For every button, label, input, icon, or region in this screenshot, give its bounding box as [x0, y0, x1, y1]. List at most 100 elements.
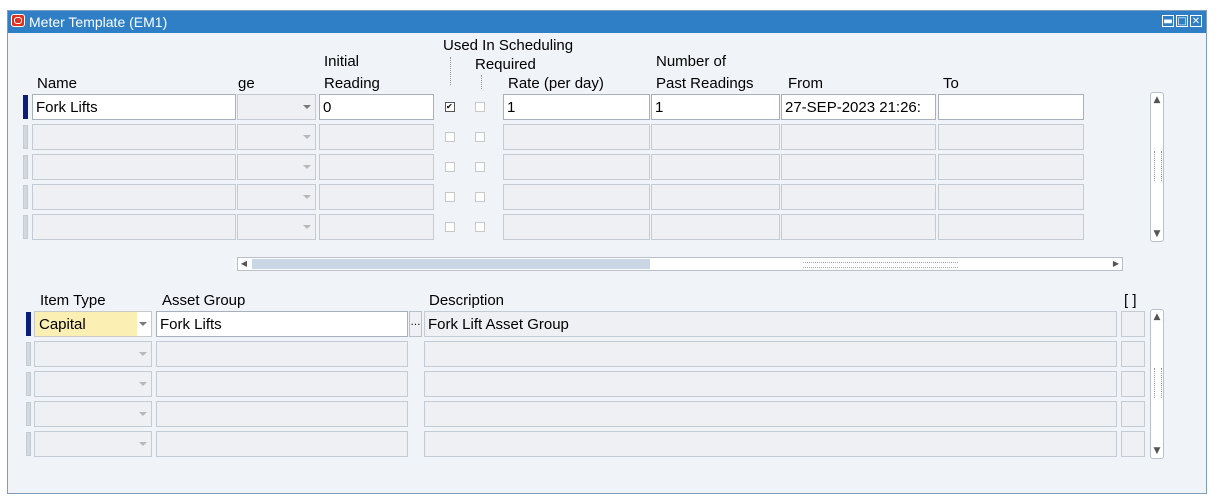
asset-group-field[interactable] [156, 371, 408, 397]
chevron-down-icon[interactable] [303, 165, 311, 169]
usage-combobox[interactable] [237, 154, 316, 180]
scroll-up-icon[interactable]: ▲ [1151, 310, 1163, 324]
row-indicator[interactable] [23, 95, 28, 119]
flexfield-cell[interactable] [1121, 371, 1145, 397]
row-indicator[interactable] [23, 125, 28, 149]
initial-reading-field[interactable] [319, 214, 434, 240]
to-date-field[interactable] [938, 94, 1084, 120]
flexfield-cell[interactable] [1121, 341, 1145, 367]
description-field[interactable] [424, 371, 1117, 397]
asset-group-field[interactable] [156, 341, 408, 367]
row-indicator[interactable] [23, 185, 28, 209]
rate-field[interactable] [503, 124, 650, 150]
from-date-field[interactable] [781, 154, 936, 180]
from-date-field[interactable]: 27-SEP-2023 21:26: [781, 94, 936, 120]
initial-reading-field[interactable] [319, 154, 434, 180]
from-date-field[interactable] [781, 214, 936, 240]
initial-reading-field[interactable]: 0 [319, 94, 434, 120]
used-in-scheduling-checkbox[interactable] [445, 192, 455, 202]
past-readings-field[interactable] [651, 154, 780, 180]
name-field[interactable] [32, 154, 236, 180]
item-type-combobox[interactable] [34, 341, 152, 367]
scroll-right-icon[interactable]: ▶ [1110, 258, 1122, 270]
scroll-grip[interactable] [1154, 151, 1162, 181]
used-in-scheduling-checkbox[interactable] [445, 102, 455, 112]
past-readings-field[interactable] [651, 184, 780, 210]
to-date-field[interactable] [938, 124, 1084, 150]
row-indicator[interactable] [26, 402, 31, 426]
maximize-icon[interactable]: □ [1176, 15, 1188, 27]
row-indicator[interactable] [23, 155, 28, 179]
name-field[interactable] [32, 214, 236, 240]
rate-field[interactable] [503, 214, 650, 240]
minimize-icon[interactable]: ▬ [1162, 15, 1174, 27]
rate-field[interactable] [503, 154, 650, 180]
chevron-down-icon[interactable] [139, 442, 147, 446]
chevron-down-icon[interactable] [303, 225, 311, 229]
used-in-scheduling-checkbox[interactable] [445, 132, 455, 142]
row-indicator[interactable] [26, 312, 31, 336]
list-of-values-icon[interactable]: … [409, 311, 422, 337]
used-in-scheduling-checkbox[interactable] [445, 162, 455, 172]
meter-vertical-scrollbar[interactable]: ▲ ▼ [1150, 92, 1164, 242]
to-date-field[interactable] [938, 184, 1084, 210]
description-field[interactable] [424, 431, 1117, 457]
close-icon[interactable]: ✕ [1190, 15, 1202, 27]
initial-reading-field[interactable] [319, 124, 434, 150]
from-date-field[interactable] [781, 124, 936, 150]
flexfield-cell[interactable] [1121, 311, 1145, 337]
name-field[interactable] [32, 184, 236, 210]
chevron-down-icon[interactable] [139, 382, 147, 386]
scroll-left-icon[interactable]: ◀ [238, 258, 250, 270]
description-field[interactable] [424, 341, 1117, 367]
past-readings-field[interactable]: 1 [651, 94, 780, 120]
row-indicator[interactable] [26, 432, 31, 456]
usage-combobox[interactable] [237, 214, 316, 240]
to-date-field[interactable] [938, 214, 1084, 240]
row-indicator[interactable] [26, 372, 31, 396]
usage-combobox[interactable] [237, 124, 316, 150]
required-checkbox[interactable] [475, 102, 485, 112]
chevron-down-icon[interactable] [303, 195, 311, 199]
from-date-field[interactable] [781, 184, 936, 210]
item-type-combobox[interactable] [34, 371, 152, 397]
chevron-down-icon[interactable] [303, 105, 311, 109]
scroll-down-icon[interactable]: ▼ [1151, 227, 1163, 241]
item-type-combobox[interactable]: Capital [34, 311, 152, 337]
used-in-scheduling-checkbox[interactable] [445, 222, 455, 232]
required-checkbox[interactable] [475, 192, 485, 202]
asset-group-field[interactable]: Fork Lifts [156, 311, 408, 337]
usage-combobox[interactable] [237, 184, 316, 210]
to-date-field[interactable] [938, 154, 1084, 180]
asset-vertical-scrollbar[interactable]: ▲ ▼ [1150, 309, 1164, 459]
chevron-down-icon[interactable] [139, 412, 147, 416]
initial-reading-field[interactable] [319, 184, 434, 210]
flexfield-cell[interactable] [1121, 401, 1145, 427]
name-field[interactable] [32, 124, 236, 150]
usage-combobox[interactable] [237, 94, 316, 120]
required-checkbox[interactable] [475, 162, 485, 172]
chevron-down-icon[interactable] [139, 352, 147, 356]
meter-horizontal-scrollbar[interactable]: ◀ ▶ [237, 257, 1123, 271]
scroll-up-icon[interactable]: ▲ [1151, 93, 1163, 107]
name-field[interactable]: Fork Lifts [32, 94, 236, 120]
horizontal-scroll-thumb[interactable] [252, 259, 650, 269]
asset-group-field[interactable] [156, 401, 408, 427]
item-type-combobox[interactable] [34, 431, 152, 457]
description-field[interactable]: Fork Lift Asset Group [424, 311, 1117, 337]
item-type-combobox[interactable] [34, 401, 152, 427]
row-indicator[interactable] [23, 215, 28, 239]
rate-field[interactable]: 1 [503, 94, 650, 120]
required-checkbox[interactable] [475, 132, 485, 142]
required-checkbox[interactable] [475, 222, 485, 232]
chevron-down-icon[interactable] [303, 135, 311, 139]
flexfield-cell[interactable] [1121, 431, 1145, 457]
title-bar[interactable]: Meter Template (EM1) ▬ □ ✕ [8, 11, 1206, 33]
scroll-grip[interactable] [1154, 368, 1162, 398]
past-readings-field[interactable] [651, 124, 780, 150]
scroll-down-icon[interactable]: ▼ [1151, 444, 1163, 458]
past-readings-field[interactable] [651, 214, 780, 240]
chevron-down-icon[interactable] [139, 322, 147, 326]
rate-field[interactable] [503, 184, 650, 210]
asset-group-field[interactable] [156, 431, 408, 457]
